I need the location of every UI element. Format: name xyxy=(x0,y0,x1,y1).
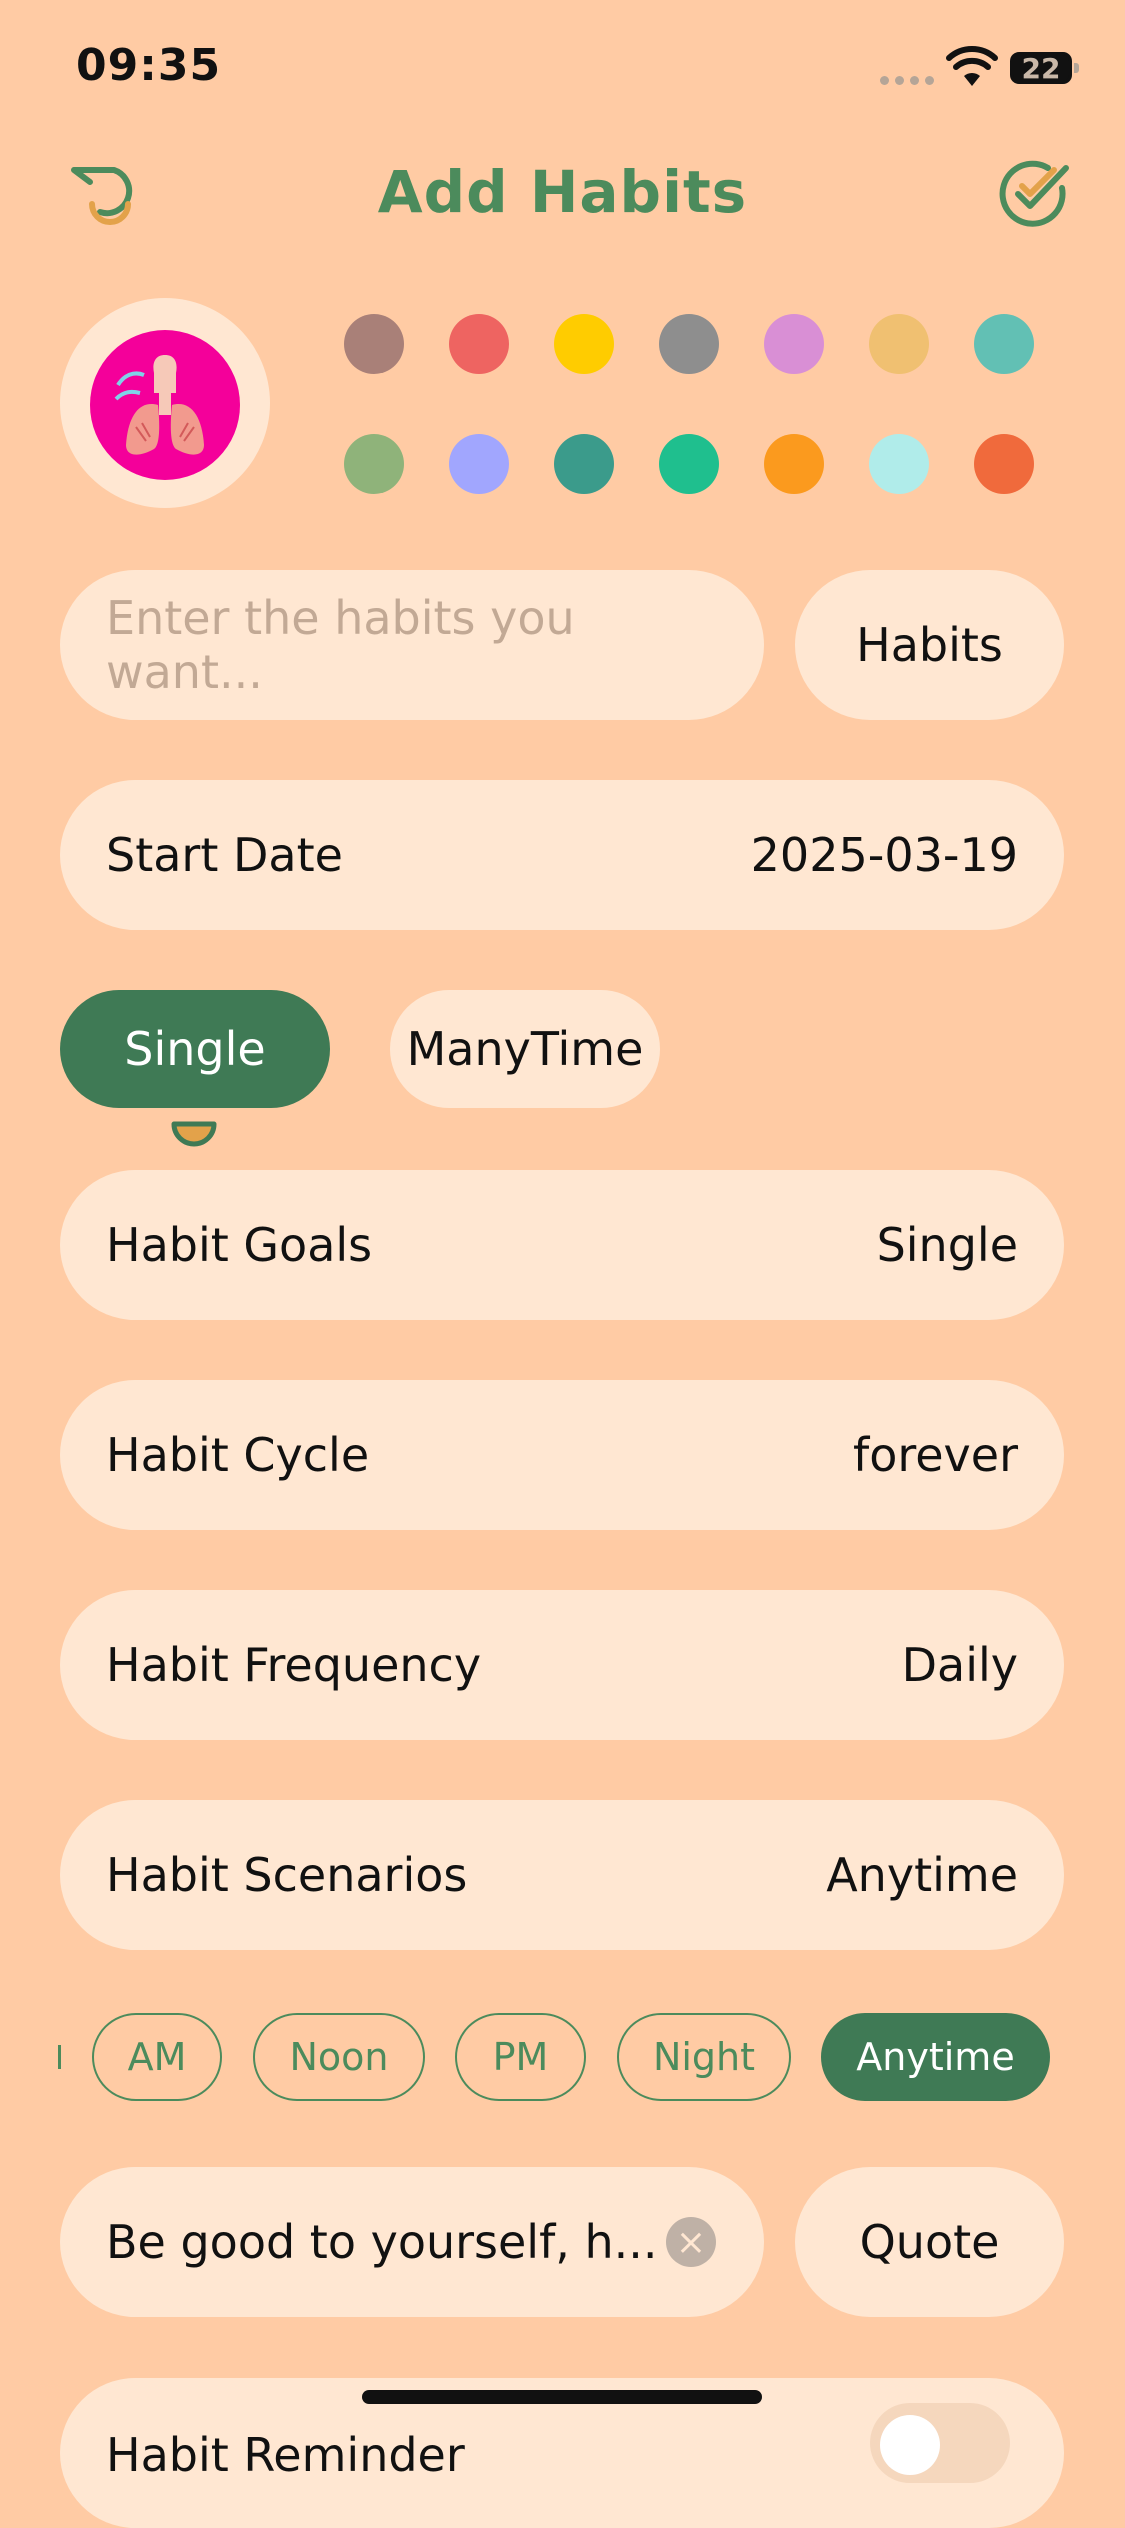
habit-scenarios-row[interactable]: Habit Scenarios Anytime xyxy=(60,1800,1064,1950)
habit-goals-label: Habit Goals xyxy=(106,1218,373,1272)
page-title: Add Habits xyxy=(377,158,748,226)
confirm-check-icon[interactable] xyxy=(996,158,1072,234)
color-swatch[interactable] xyxy=(974,434,1034,494)
reminder-toggle-knob xyxy=(880,2415,940,2475)
lungs-icon xyxy=(114,355,204,455)
habit-cycle-row[interactable]: Habit Cycle forever xyxy=(60,1380,1064,1530)
home-indicator xyxy=(362,2390,762,2404)
habit-name-placeholder: Enter the habits you want... xyxy=(106,591,575,699)
battery-cap xyxy=(1074,63,1079,73)
habit-frequency-label: Habit Frequency xyxy=(106,1638,482,1692)
color-swatch[interactable] xyxy=(659,314,719,374)
habit-reminder-label: Habit Reminder xyxy=(106,2428,465,2482)
segment-indicator xyxy=(171,1121,217,1147)
segment-single[interactable]: Single xyxy=(60,990,330,1108)
chip-am[interactable]: AM xyxy=(92,2013,222,2101)
quote-value: Be good to yourself, h... xyxy=(106,2215,658,2269)
signal-dots-icon xyxy=(880,76,936,86)
chip-pm[interactable]: PM xyxy=(455,2013,586,2101)
color-swatch[interactable] xyxy=(764,314,824,374)
habits-button[interactable]: Habits xyxy=(795,570,1064,720)
battery-icon: 22 xyxy=(1010,52,1072,85)
quote-button[interactable]: Quote xyxy=(795,2167,1064,2317)
status-time: 09:35 xyxy=(76,40,222,91)
habit-cycle-label: Habit Cycle xyxy=(106,1428,370,1482)
habit-cycle-value: forever xyxy=(853,1428,1018,1482)
habit-goals-value: Single xyxy=(876,1218,1018,1272)
color-swatch[interactable] xyxy=(869,314,929,374)
start-date-value: 2025-03-19 xyxy=(750,828,1018,882)
start-date-label: Start Date xyxy=(106,828,343,882)
habit-frequency-row[interactable]: Habit Frequency Daily xyxy=(60,1590,1064,1740)
chip-scroll-edge xyxy=(58,2045,61,2069)
quote-input[interactable]: Be good to yourself, h... xyxy=(60,2167,764,2317)
color-swatch[interactable] xyxy=(869,434,929,494)
chip-noon[interactable]: Noon xyxy=(253,2013,425,2101)
color-swatch[interactable] xyxy=(659,434,719,494)
color-swatch[interactable] xyxy=(764,434,824,494)
habit-frequency-value: Daily xyxy=(901,1638,1018,1692)
clear-icon[interactable]: × xyxy=(666,2217,716,2267)
color-swatch[interactable] xyxy=(449,314,509,374)
color-swatch[interactable] xyxy=(344,314,404,374)
habit-goals-row[interactable]: Habit Goals Single xyxy=(60,1170,1064,1320)
habit-scenarios-value: Anytime xyxy=(826,1848,1018,1902)
start-date-row[interactable]: Start Date 2025-03-19 xyxy=(60,780,1064,930)
color-swatch[interactable] xyxy=(554,434,614,494)
color-swatch[interactable] xyxy=(554,314,614,374)
color-swatch[interactable] xyxy=(449,434,509,494)
chip-anytime[interactable]: Anytime xyxy=(821,2013,1050,2101)
segment-manytime[interactable]: ManyTime xyxy=(390,990,660,1108)
color-swatch[interactable] xyxy=(974,314,1034,374)
wifi-icon xyxy=(946,46,998,86)
habit-scenarios-label: Habit Scenarios xyxy=(106,1848,468,1902)
color-swatch[interactable] xyxy=(344,434,404,494)
habit-name-input[interactable]: Enter the habits you want... xyxy=(60,570,764,720)
chip-night[interactable]: Night xyxy=(617,2013,791,2101)
